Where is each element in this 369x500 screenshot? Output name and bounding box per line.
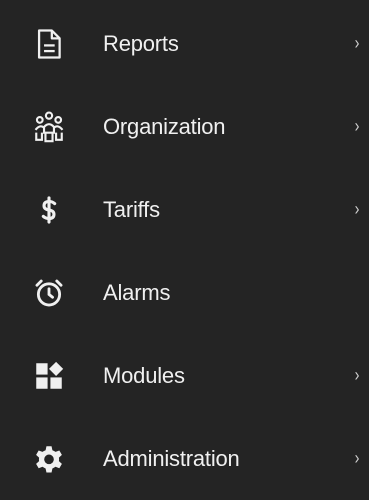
menu-item-tariffs[interactable]: Tariffs › [0,168,369,251]
dollar-icon [30,191,68,229]
menu-item-modules[interactable]: Modules › [0,334,369,417]
chevron-right-icon: › [354,33,360,53]
menu-item-label: Administration [103,445,240,471]
menu-item-label: Organization [103,113,226,139]
document-icon [30,25,68,63]
menu-item-label: Reports [103,30,179,56]
chevron-right-icon: › [354,365,360,385]
alarm-clock-icon [30,274,68,312]
menu-item-alarms[interactable]: Alarms [0,251,369,334]
menu-item-organization[interactable]: Organization › [0,85,369,168]
sidebar-menu: Reports › Organization › Tariffs › Alarm… [0,2,369,492]
gear-icon [30,440,68,478]
chevron-right-icon: › [354,199,360,219]
chevron-right-icon: › [354,116,360,136]
menu-item-label: Modules [103,362,185,388]
people-network-icon [30,108,68,146]
menu-item-administration[interactable]: Administration › [0,417,369,500]
menu-item-label: Alarms [103,279,171,305]
modules-icon [30,357,68,395]
menu-item-label: Tariffs [103,196,160,222]
menu-item-reports[interactable]: Reports › [0,2,369,85]
chevron-right-icon: › [354,448,360,468]
